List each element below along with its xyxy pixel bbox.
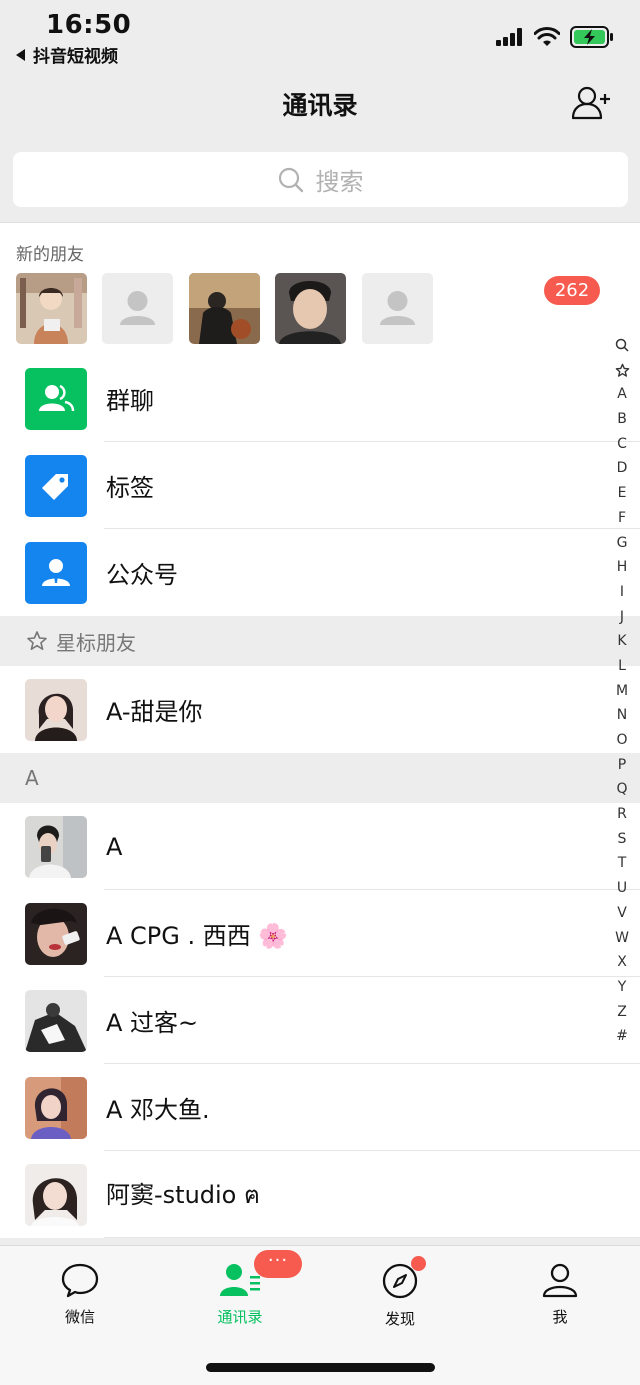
new-friends-count-badge: 262 (544, 276, 600, 305)
avatar (25, 903, 87, 965)
contact-name: A 过客~ (106, 1009, 199, 1037)
starred-section-header: 星标朋友 (0, 616, 640, 666)
contact-row[interactable]: A (0, 803, 640, 890)
index-letter[interactable]: # (616, 1024, 628, 1049)
search-icon (278, 167, 303, 192)
index-letter[interactable]: O (616, 728, 627, 753)
system-icons (496, 26, 614, 48)
index-letter[interactable]: B (617, 407, 627, 432)
index-star-icon[interactable] (615, 358, 630, 383)
index-letter[interactable]: G (617, 531, 628, 556)
chat-bubble-icon (61, 1263, 99, 1298)
index-letter[interactable]: U (617, 876, 627, 901)
contacts-tab-badge: ··· (254, 1250, 302, 1278)
nav-bar: 通讯录 (0, 70, 640, 140)
index-letter[interactable]: P (618, 753, 626, 778)
index-letter[interactable]: M (616, 679, 628, 704)
discover-notification-dot (411, 1256, 426, 1271)
index-letter[interactable]: T (618, 851, 627, 876)
contact-name: A CPG . 西西 🌸 (106, 922, 289, 950)
me-icon (542, 1263, 578, 1298)
star-icon (27, 631, 47, 650)
tab-label: 发现 (384, 1310, 415, 1328)
index-letter[interactable]: F (618, 506, 626, 531)
tags-row[interactable]: 标签 (0, 442, 640, 529)
index-letter[interactable]: C (617, 432, 627, 457)
tab-label: 通讯录 (217, 1308, 263, 1326)
index-letter[interactable]: W (615, 926, 629, 951)
tab-me[interactable]: 我 (510, 1262, 610, 1327)
index-letter[interactable]: Q (616, 777, 627, 802)
official-accounts-label: 公众号 (106, 561, 178, 589)
index-letter[interactable]: X (617, 950, 627, 975)
wifi-icon (534, 27, 560, 46)
group-chat-label: 群聊 (106, 387, 154, 415)
divider (104, 1237, 640, 1238)
back-to-app-link[interactable]: 抖音短视频 (16, 42, 118, 67)
new-friends-section[interactable]: 新的朋友 262 (0, 222, 640, 355)
tab-label: 我 (552, 1308, 568, 1326)
battery-charging-icon (570, 26, 613, 48)
tab-chats[interactable]: 微信 (30, 1262, 130, 1327)
index-letter[interactable]: Y (618, 975, 627, 1000)
search-placeholder: 搜索 (315, 168, 364, 196)
new-friend-avatar (189, 273, 260, 344)
official-account-icon (25, 542, 87, 604)
back-arrow-icon (16, 48, 25, 61)
index-letter[interactable]: Z (617, 1000, 627, 1025)
official-accounts-row[interactable]: 公众号 (0, 529, 640, 616)
tab-label: 微信 (64, 1308, 95, 1326)
new-friend-avatar-placeholder (362, 273, 433, 344)
contact-row[interactable]: 阿窦-studio ฅ (0, 1151, 640, 1238)
index-letter[interactable]: R (617, 802, 627, 827)
index-letter[interactable]: D (617, 456, 628, 481)
status-time: 16:50 (46, 10, 132, 40)
new-friends-label: 新的朋友 (16, 245, 84, 265)
tags-label: 标签 (106, 474, 154, 502)
search-input[interactable]: 搜索 (13, 152, 628, 207)
index-letter[interactable]: A (617, 382, 627, 407)
contact-name: 阿窦-studio ฅ (106, 1181, 261, 1209)
avatar (25, 679, 87, 741)
index-letter[interactable]: S (618, 827, 627, 852)
contact-name: A 邓大鱼. (106, 1096, 210, 1124)
contact-row[interactable]: A CPG . 西西 🌸 (0, 890, 640, 977)
index-letter[interactable]: I (620, 580, 624, 605)
contact-name: A-甜是你 (106, 698, 203, 726)
avatar (25, 816, 87, 878)
new-friend-avatar (275, 273, 346, 344)
new-friend-avatar (16, 273, 87, 344)
section-a-header: A (0, 753, 640, 803)
home-indicator[interactable] (206, 1363, 435, 1372)
index-letter[interactable]: J (620, 605, 624, 630)
group-chat-icon (25, 368, 87, 430)
contact-row[interactable]: A 过客~ (0, 977, 640, 1064)
index-letter[interactable]: H (617, 555, 628, 580)
index-search-icon[interactable] (615, 333, 629, 358)
contact-name: A (106, 832, 123, 861)
section-a-label: A (25, 766, 39, 790)
index-letter[interactable]: L (618, 654, 626, 679)
cellular-signal-icon (496, 28, 522, 46)
page-title: 通讯录 (282, 91, 358, 120)
new-friend-avatar-placeholder (102, 273, 173, 344)
contact-row[interactable]: A 邓大鱼. (0, 1064, 640, 1151)
contacts-list: 新的朋友 262 群聊 标签 公众号 星标朋友 A-甜是你 A A A CPG … (0, 222, 640, 1238)
group-chat-row[interactable]: 群聊 (0, 355, 640, 442)
back-app-label: 抖音短视频 (33, 47, 118, 67)
tag-icon (25, 455, 87, 517)
index-letter[interactable]: K (617, 629, 626, 654)
avatar (25, 990, 87, 1052)
avatar (25, 1077, 87, 1139)
index-letter[interactable]: E (618, 481, 627, 506)
avatar (25, 1164, 87, 1226)
alphabet-index[interactable]: A B C D E F G H I J K L M N O P Q R S T … (610, 333, 634, 1049)
contact-row[interactable]: A-甜是你 (0, 666, 640, 753)
tab-discover[interactable]: 发现 (350, 1262, 450, 1329)
status-bar: 16:50 抖音短视频 (0, 0, 640, 70)
index-letter[interactable]: V (617, 901, 627, 926)
starred-header-label: 星标朋友 (56, 630, 136, 655)
index-letter[interactable]: N (617, 703, 627, 728)
add-contact-icon[interactable] (572, 86, 610, 120)
